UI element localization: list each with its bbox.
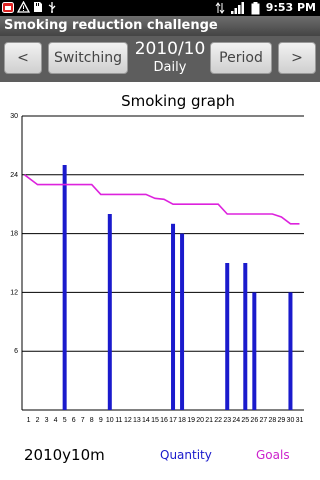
chart-title: Smoking graph	[121, 92, 235, 110]
x-tick-label: 6	[72, 417, 76, 424]
x-tick-label: 11	[115, 417, 122, 424]
x-tick-label: 31	[296, 417, 304, 424]
x-tick-label: 19	[187, 417, 195, 424]
x-tick-label: 15	[151, 417, 159, 424]
x-tick-label: 8	[90, 417, 94, 424]
switching-button[interactable]: Switching	[48, 42, 128, 74]
footer: 2010y10m Quantity Goals	[0, 446, 320, 466]
x-tick-label: 13	[133, 417, 141, 424]
x-tick-label: 17	[169, 417, 177, 424]
month-label: 2010/10	[134, 39, 206, 59]
x-tick-label: 24	[232, 417, 240, 424]
signal-icon	[230, 2, 244, 14]
calendar-notification-icon	[2, 2, 14, 13]
data-arrows-icon	[215, 2, 225, 14]
x-tick-label: 29	[278, 417, 286, 424]
y-tick-label: 6	[14, 348, 18, 355]
x-tick-label: 26	[250, 417, 258, 424]
legend-quantity: Quantity	[160, 448, 212, 462]
y-tick-label: 18	[10, 231, 18, 238]
x-tick-label: 20	[196, 417, 204, 424]
y-tick-label: 24	[10, 172, 18, 179]
usb-icon	[48, 2, 56, 13]
previous-button[interactable]: <	[4, 42, 42, 74]
bar	[107, 214, 112, 410]
x-tick-label: 4	[54, 417, 58, 424]
date-display: 2010/10 Daily	[132, 38, 208, 80]
warning-icon	[17, 1, 30, 13]
toolbar: < Switching 2010/10 Daily Period >	[0, 36, 320, 82]
app-title: Smoking reduction challenge	[0, 16, 320, 36]
smoking-chart: 6121824301 2 3 4 5 6 7 8 9 10 11 12 13 14 15 16 17 18 19 20…	[10, 113, 304, 424]
bar	[252, 292, 257, 410]
status-right: 9:53 PM	[215, 0, 316, 16]
x-tick-label: 18	[178, 417, 186, 424]
battery-icon	[251, 1, 260, 14]
x-tick-label: 22	[214, 417, 222, 424]
bar	[288, 292, 293, 410]
x-tick-label: 28	[268, 417, 276, 424]
clock-text: 9:53 PM	[265, 1, 316, 14]
x-tick-label: 5	[63, 417, 67, 424]
bar	[180, 233, 185, 410]
period-button[interactable]: Period	[210, 42, 272, 74]
x-tick-label: 7	[81, 417, 85, 424]
x-tick-label: 10	[106, 417, 114, 424]
x-tick-label: 3	[45, 417, 49, 424]
x-tick-label: 30	[287, 417, 295, 424]
y-tick-label: 30	[10, 113, 18, 120]
bar	[243, 263, 248, 410]
x-tick-label: 1	[27, 417, 31, 424]
x-tick-label: 14	[142, 417, 150, 424]
bar	[62, 165, 67, 410]
notification-icons	[2, 1, 58, 13]
x-tick-label: 12	[124, 417, 132, 424]
bar	[171, 223, 176, 410]
x-tick-label: 25	[241, 417, 249, 424]
sd-card-icon	[34, 2, 42, 12]
mode-label: Daily	[153, 60, 187, 75]
x-tick-label: 27	[259, 417, 267, 424]
next-button[interactable]: >	[278, 42, 316, 74]
x-tick-label: 9	[99, 417, 103, 424]
y-tick-label: 12	[10, 289, 18, 296]
x-tick-label: 21	[205, 417, 213, 424]
status-bar: 9:53 PM	[0, 0, 320, 16]
x-tick-label: 23	[223, 417, 231, 424]
footer-month: 2010y10m	[24, 446, 105, 464]
x-tick-label: 2	[36, 417, 40, 424]
x-tick-label: 16	[160, 417, 168, 424]
legend-goals: Goals	[256, 448, 290, 462]
bar	[225, 263, 230, 410]
